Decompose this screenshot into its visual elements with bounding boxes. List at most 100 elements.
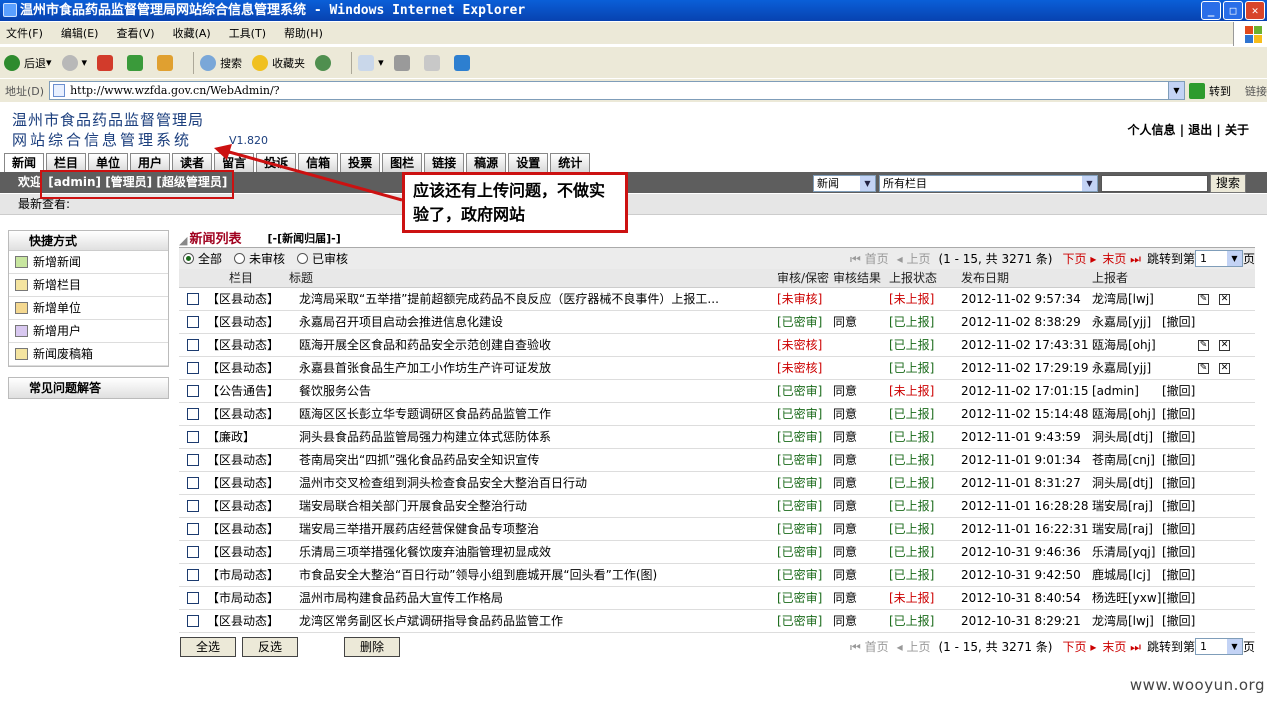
search-button[interactable]: 搜索 <box>200 54 242 71</box>
refresh-button[interactable] <box>127 54 147 71</box>
row-column[interactable]: 【廉政】 <box>203 425 289 449</box>
tab-9[interactable]: 图栏 <box>382 153 423 172</box>
tab-13[interactable]: 统计 <box>550 153 591 172</box>
row-column[interactable]: 【区县动态】 <box>203 310 289 334</box>
delete-icon[interactable]: ✕ <box>1219 293 1230 305</box>
row-checkbox[interactable] <box>187 293 199 305</box>
page-select[interactable]: 1 ▼ <box>1194 637 1243 655</box>
row-audit-status[interactable]: [已密审] <box>777 310 833 334</box>
row-report-status[interactable]: [已上报] <box>889 563 961 587</box>
row-title-link[interactable]: 温州市交叉检查组到洞头检查食品安全大整治百日行动 <box>289 471 777 495</box>
tab-8[interactable]: 投票 <box>340 153 381 172</box>
row-report-status[interactable]: [已上报] <box>889 609 961 633</box>
row-audit-status[interactable]: [已密审] <box>777 471 833 495</box>
favorites-button[interactable]: 收藏夹 <box>252 54 305 71</box>
withdraw-link[interactable]: [撤回] <box>1162 315 1195 329</box>
row-report-status[interactable]: [已上报] <box>889 425 961 449</box>
menu-item-0[interactable]: 文件(F) <box>6 25 43 41</box>
delete-icon[interactable]: ✕ <box>1219 339 1230 351</box>
row-report-status[interactable]: [已上报] <box>889 402 961 426</box>
type-select[interactable]: 新闻 ▼ <box>813 175 876 192</box>
menu-item-4[interactable]: 工具(T) <box>229 25 266 41</box>
row-audit-status[interactable]: [已密审] <box>777 563 833 587</box>
column-select[interactable]: 所有栏目 ▼ <box>879 175 1098 192</box>
row-audit-status[interactable]: [已密审] <box>777 586 833 610</box>
row-column[interactable]: 【区县动态】 <box>203 471 289 495</box>
row-checkbox[interactable] <box>187 362 199 374</box>
sidebar-item-0[interactable]: 新增新闻 <box>9 251 168 274</box>
row-report-status[interactable]: [已上报] <box>889 310 961 334</box>
menu-item-5[interactable]: 帮助(H) <box>284 25 323 41</box>
row-title-link[interactable]: 龙湾局采取“五举措”提前超额完成药品不良反应（医疗器械不良事件）上报工... <box>289 287 777 311</box>
home-button[interactable] <box>157 54 177 71</box>
tab-7[interactable]: 信箱 <box>298 153 339 172</box>
search-submit-button[interactable]: 搜索 <box>1210 174 1246 193</box>
mail-button[interactable]: ▾ <box>358 54 384 71</box>
row-title-link[interactable]: 龙湾区常务副区长卢斌调研指导食品药品监管工作 <box>289 609 777 633</box>
row-report-status[interactable]: [未上报] <box>889 379 961 403</box>
edit-button[interactable] <box>423 54 444 71</box>
row-report-status[interactable]: [未上报] <box>889 586 961 610</box>
row-report-status[interactable]: [已上报] <box>889 540 961 564</box>
sidebar-item-1[interactable]: 新增栏目 <box>9 274 168 297</box>
row-audit-status[interactable]: [已密审] <box>777 609 833 633</box>
close-button[interactable]: ✕ <box>1245 1 1265 20</box>
row-column[interactable]: 【区县动态】 <box>203 494 289 518</box>
last-page-link[interactable]: 末页 ⏭ <box>1102 250 1141 267</box>
menu-item-3[interactable]: 收藏(A) <box>173 25 211 41</box>
row-column[interactable]: 【公告通告】 <box>203 379 289 403</box>
row-checkbox[interactable] <box>187 615 199 627</box>
search-input[interactable] <box>1101 175 1208 192</box>
row-audit-status[interactable]: [已密审] <box>777 540 833 564</box>
maximize-button[interactable]: □ <box>1223 1 1243 20</box>
filter-radio-0[interactable] <box>183 253 194 264</box>
faq-title[interactable]: 常见问题解答 <box>9 378 168 398</box>
links-toolbar[interactable]: 链接 <box>1245 83 1267 99</box>
row-audit-status[interactable]: [已密审] <box>777 517 833 541</box>
messenger-button[interactable] <box>453 54 474 71</box>
row-checkbox[interactable] <box>187 454 199 466</box>
edit-icon[interactable]: ✎ <box>1198 339 1209 351</box>
top-links[interactable]: 个人信息 | 退出 | 关于 <box>1128 121 1249 138</box>
next-page-link[interactable]: 下页 ▸ <box>1063 250 1097 267</box>
row-checkbox[interactable] <box>187 477 199 489</box>
row-report-status[interactable]: [未上报] <box>889 287 961 311</box>
menu-item-1[interactable]: 编辑(E) <box>61 25 99 41</box>
withdraw-link[interactable]: [撤回] <box>1162 591 1195 605</box>
edit-icon[interactable]: ✎ <box>1198 362 1209 374</box>
row-report-status[interactable]: [已上报] <box>889 333 961 357</box>
row-title-link[interactable]: 市食品安全大整治“百日行动”领导小组到鹿城开展“回头看”工作(图) <box>289 563 777 587</box>
filter-radio-2[interactable] <box>297 253 309 264</box>
row-checkbox[interactable] <box>187 316 199 328</box>
row-checkbox[interactable] <box>187 431 199 443</box>
withdraw-link[interactable]: [撤回] <box>1162 384 1195 398</box>
sidebar-item-2[interactable]: 新增单位 <box>9 297 168 320</box>
row-column[interactable]: 【市局动态】 <box>203 586 289 610</box>
row-report-status[interactable]: [已上报] <box>889 356 961 380</box>
row-title-link[interactable]: 永嘉局召开项目启动会推进信息化建设 <box>289 310 777 334</box>
row-title-link[interactable]: 瑞安局联合相关部门开展食品安全整治行动 <box>289 494 777 518</box>
row-audit-status[interactable]: [已密审] <box>777 448 833 472</box>
row-column[interactable]: 【市局动态】 <box>203 563 289 587</box>
withdraw-link[interactable]: [撤回] <box>1162 430 1195 444</box>
tab-11[interactable]: 稿源 <box>466 153 507 172</box>
row-checkbox[interactable] <box>187 523 199 535</box>
row-audit-status[interactable]: [已密审] <box>777 494 833 518</box>
withdraw-link[interactable]: [撤回] <box>1162 499 1195 513</box>
row-checkbox[interactable] <box>187 546 199 558</box>
row-title-link[interactable]: 乐清局三项举措强化餐饮废弃油脂管理初显成效 <box>289 540 777 564</box>
row-audit-status[interactable]: [已密审] <box>777 379 833 403</box>
withdraw-link[interactable]: [撤回] <box>1162 568 1195 582</box>
row-title-link[interactable]: 洞头县食品药品监管局强力构建立体式惩防体系 <box>289 425 777 449</box>
address-dropdown-icon[interactable]: ▼ <box>1168 81 1185 100</box>
row-title-link[interactable]: 温州市局构建食品药品大宣传工作格局 <box>289 586 777 610</box>
row-checkbox[interactable] <box>187 500 199 512</box>
delete-button[interactable]: 删除 <box>344 636 400 657</box>
tab-12[interactable]: 设置 <box>508 153 549 172</box>
history-button[interactable] <box>315 54 335 71</box>
go-button[interactable]: 转到 <box>1189 82 1231 99</box>
row-audit-status[interactable]: [未密核] <box>777 356 833 380</box>
row-report-status[interactable]: [已上报] <box>889 494 961 518</box>
withdraw-link[interactable]: [撤回] <box>1162 545 1195 559</box>
archive-link[interactable]: [-[新闻归届]-] <box>267 230 340 246</box>
